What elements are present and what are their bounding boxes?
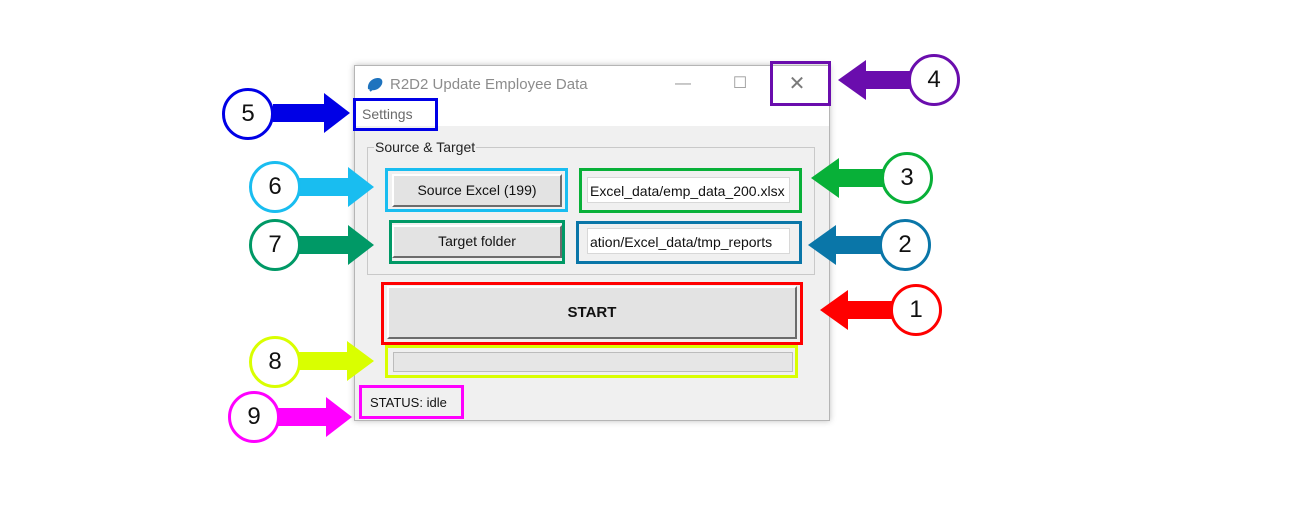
annotation-arrows — [273, 60, 912, 437]
callout-9: 9 — [228, 391, 280, 443]
callout-7: 7 — [249, 219, 301, 271]
callout-2: 2 — [879, 219, 931, 271]
callout-6: 6 — [249, 161, 301, 213]
callout-3: 3 — [881, 152, 933, 204]
callout-8: 8 — [249, 336, 301, 388]
callout-1: 1 — [890, 284, 942, 336]
callout-4: 4 — [908, 54, 960, 106]
callout-5: 5 — [222, 88, 274, 140]
